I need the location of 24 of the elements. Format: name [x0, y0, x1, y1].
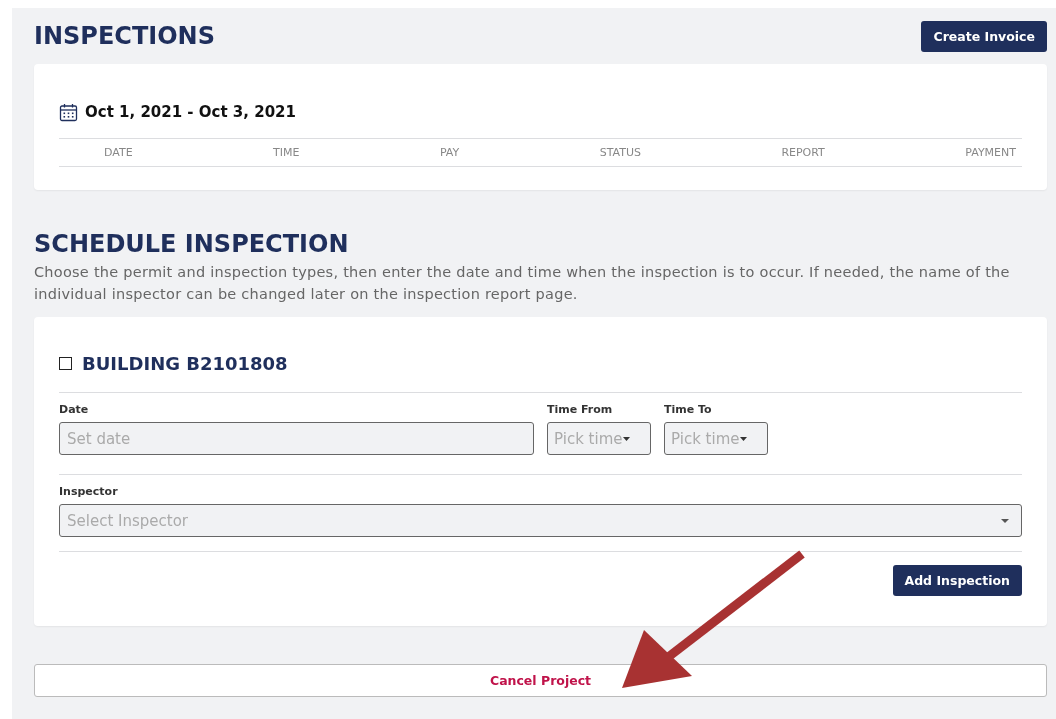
column-header: DATE	[104, 146, 133, 159]
date-field[interactable]: Set date	[59, 422, 534, 455]
permit-title: BUILDING B2101808	[82, 353, 288, 374]
column-header: PAY	[439, 146, 460, 159]
section-description: Choose the permit and inspection types, then enter the date and time when the inspection is to occur. If needed, the name of the individual inspector can be changed later on the inspection report page.	[34, 263, 1011, 304]
section-title: SCHEDULE INSPECTION	[34, 230, 350, 258]
add-inspection-button[interactable]: Add Inspection	[892, 565, 1022, 596]
column-header: PAYMENT	[965, 146, 1016, 159]
field-label: Time From	[547, 403, 614, 416]
caret-icon	[623, 436, 631, 441]
caret-icon	[740, 436, 748, 441]
calendar-icon	[59, 102, 78, 122]
cancel-project-button[interactable]: Cancel Project	[34, 664, 1047, 697]
column-header: STATUS	[599, 146, 641, 159]
create-invoice-button[interactable]: Create Invoice	[921, 20, 1047, 52]
caret-icon	[1001, 518, 1009, 523]
checkbox[interactable]	[59, 357, 72, 370]
field-label: Date	[59, 403, 90, 416]
date-range: Oct 1, 2021 - Oct 3, 2021	[85, 103, 296, 121]
column-header: REPORT	[781, 146, 825, 159]
field-label: Inspector	[59, 485, 119, 498]
field-label: Time To	[664, 403, 713, 416]
page-title: INSPECTIONS	[34, 22, 215, 50]
column-header: TIME	[273, 146, 300, 159]
